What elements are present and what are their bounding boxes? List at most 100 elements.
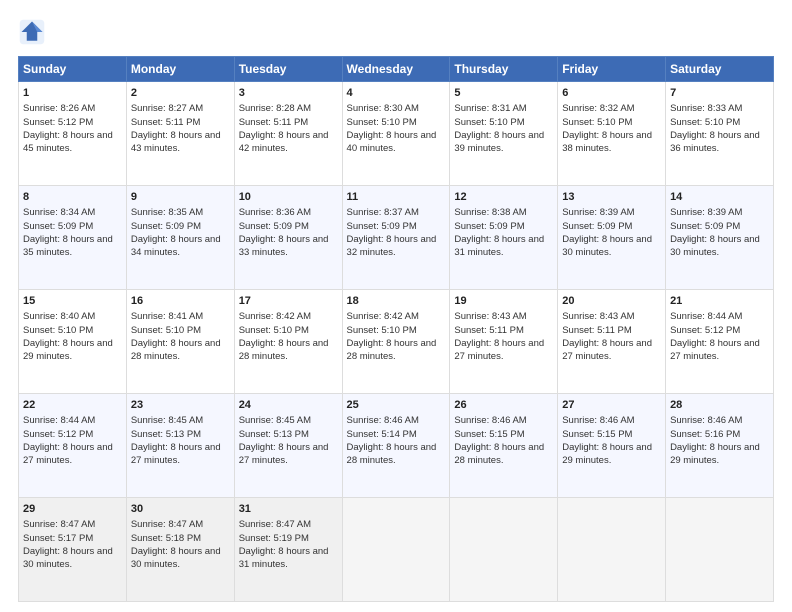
day-number: 25 [347, 398, 446, 413]
day-number: 11 [347, 190, 446, 205]
calendar-cell: 21 Sunrise: 8:44 AMSunset: 5:12 PMDayligh… [666, 290, 774, 394]
day-info: Sunrise: 8:43 AMSunset: 5:11 PMDaylight:… [562, 311, 652, 362]
calendar-cell: 5 Sunrise: 8:31 AMSunset: 5:10 PMDaylight… [450, 82, 558, 186]
day-info: Sunrise: 8:26 AMSunset: 5:12 PMDaylight:… [23, 103, 113, 154]
calendar-cell: 10 Sunrise: 8:36 AMSunset: 5:09 PMDayligh… [234, 186, 342, 290]
day-info: Sunrise: 8:47 AMSunset: 5:18 PMDaylight:… [131, 519, 221, 570]
calendar-cell: 2 Sunrise: 8:27 AMSunset: 5:11 PMDaylight… [126, 82, 234, 186]
day-number: 19 [454, 294, 553, 309]
day-number: 9 [131, 190, 230, 205]
day-info: Sunrise: 8:35 AMSunset: 5:09 PMDaylight:… [131, 207, 221, 258]
day-info: Sunrise: 8:43 AMSunset: 5:11 PMDaylight:… [454, 311, 544, 362]
day-number: 21 [670, 294, 769, 309]
calendar-cell: 29 Sunrise: 8:47 AMSunset: 5:17 PMDayligh… [19, 498, 127, 602]
day-info: Sunrise: 8:46 AMSunset: 5:16 PMDaylight:… [670, 415, 760, 466]
calendar-cell: 9 Sunrise: 8:35 AMSunset: 5:09 PMDaylight… [126, 186, 234, 290]
calendar-cell: 26 Sunrise: 8:46 AMSunset: 5:15 PMDayligh… [450, 394, 558, 498]
day-header-monday: Monday [126, 57, 234, 82]
day-number: 15 [23, 294, 122, 309]
calendar-cell: 7Sunrise: 8:33 AMSunset: 5:10 PMDaylight… [666, 82, 774, 186]
calendar-cell: 4Sunrise: 8:30 AMSunset: 5:10 PMDaylight… [342, 82, 450, 186]
day-info: Sunrise: 8:42 AMSunset: 5:10 PMDaylight:… [239, 311, 329, 362]
day-number: 6 [562, 86, 661, 101]
day-number: 10 [239, 190, 338, 205]
calendar-cell: 24 Sunrise: 8:45 AMSunset: 5:13 PMDayligh… [234, 394, 342, 498]
day-number: 27 [562, 398, 661, 413]
day-info: Sunrise: 8:27 AMSunset: 5:11 PMDaylight:… [131, 103, 221, 154]
day-info: Sunrise: 8:47 AMSunset: 5:17 PMDaylight:… [23, 519, 113, 570]
day-number: 26 [454, 398, 553, 413]
calendar-table: SundayMondayTuesdayWednesdayThursdayFrid… [18, 56, 774, 602]
calendar-cell: 14 Sunrise: 8:39 AMSunset: 5:09 PMDayligh… [666, 186, 774, 290]
logo-icon [18, 18, 46, 46]
calendar-cell: 15 Sunrise: 8:40 AMSunset: 5:10 PMDayligh… [19, 290, 127, 394]
logo [18, 18, 50, 46]
day-number: 30 [131, 502, 230, 517]
day-number: 3 [239, 86, 338, 101]
calendar-cell: 27Sunrise: 8:46 AMSunset: 5:15 PMDayligh… [558, 394, 666, 498]
day-info: Sunrise: 8:45 AMSunset: 5:13 PMDaylight:… [131, 415, 221, 466]
day-info: Sunrise: 8:46 AMSunset: 5:15 PMDaylight:… [454, 415, 544, 466]
day-header-wednesday: Wednesday [342, 57, 450, 82]
week-row-4: 22 Sunrise: 8:44 AMSunset: 5:12 PMDayligh… [19, 394, 774, 498]
day-number: 4 [347, 86, 446, 101]
calendar-cell: 19 Sunrise: 8:43 AMSunset: 5:11 PMDayligh… [450, 290, 558, 394]
calendar-cell: 8 Sunrise: 8:34 AMSunset: 5:09 PMDaylight… [19, 186, 127, 290]
day-info: Sunrise: 8:28 AMSunset: 5:11 PMDaylight:… [239, 103, 329, 154]
calendar-cell: 6 Sunrise: 8:32 AMSunset: 5:10 PMDaylight… [558, 82, 666, 186]
day-header-sunday: Sunday [19, 57, 127, 82]
day-number: 2 [131, 86, 230, 101]
day-number: 5 [454, 86, 553, 101]
day-info: Sunrise: 8:34 AMSunset: 5:09 PMDaylight:… [23, 207, 113, 258]
calendar-cell [558, 498, 666, 602]
day-header-tuesday: Tuesday [234, 57, 342, 82]
day-number: 23 [131, 398, 230, 413]
day-info: Sunrise: 8:32 AMSunset: 5:10 PMDaylight:… [562, 103, 652, 154]
calendar-cell [666, 498, 774, 602]
day-info: Sunrise: 8:44 AMSunset: 5:12 PMDaylight:… [670, 311, 760, 362]
day-number: 17 [239, 294, 338, 309]
calendar-cell: 18 Sunrise: 8:42 AMSunset: 5:10 PMDayligh… [342, 290, 450, 394]
calendar-body: 1Sunrise: 8:26 AMSunset: 5:12 PMDaylight… [19, 82, 774, 602]
day-info: Sunrise: 8:40 AMSunset: 5:10 PMDaylight:… [23, 311, 113, 362]
day-header-saturday: Saturday [666, 57, 774, 82]
calendar-cell: 3 Sunrise: 8:28 AMSunset: 5:11 PMDaylight… [234, 82, 342, 186]
week-row-2: 8 Sunrise: 8:34 AMSunset: 5:09 PMDaylight… [19, 186, 774, 290]
day-number: 24 [239, 398, 338, 413]
day-number: 14 [670, 190, 769, 205]
day-number: 12 [454, 190, 553, 205]
day-info: Sunrise: 8:36 AMSunset: 5:09 PMDaylight:… [239, 207, 329, 258]
day-number: 8 [23, 190, 122, 205]
calendar-cell: 23 Sunrise: 8:45 AMSunset: 5:13 PMDayligh… [126, 394, 234, 498]
day-info: Sunrise: 8:39 AMSunset: 5:09 PMDaylight:… [670, 207, 760, 258]
day-info: Sunrise: 8:44 AMSunset: 5:12 PMDaylight:… [23, 415, 113, 466]
day-header-friday: Friday [558, 57, 666, 82]
day-number: 13 [562, 190, 661, 205]
calendar-cell: 25 Sunrise: 8:46 AMSunset: 5:14 PMDayligh… [342, 394, 450, 498]
calendar-cell: 13 Sunrise: 8:39 AMSunset: 5:09 PMDayligh… [558, 186, 666, 290]
day-info: Sunrise: 8:42 AMSunset: 5:10 PMDaylight:… [347, 311, 437, 362]
day-info: Sunrise: 8:46 AMSunset: 5:14 PMDaylight:… [347, 415, 437, 466]
calendar-cell: 30 Sunrise: 8:47 AMSunset: 5:18 PMDayligh… [126, 498, 234, 602]
day-header-thursday: Thursday [450, 57, 558, 82]
day-number: 16 [131, 294, 230, 309]
day-number: 20 [562, 294, 661, 309]
calendar-cell [450, 498, 558, 602]
day-info: Sunrise: 8:31 AMSunset: 5:10 PMDaylight:… [454, 103, 544, 154]
day-number: 18 [347, 294, 446, 309]
day-number: 22 [23, 398, 122, 413]
header [18, 18, 774, 46]
calendar-cell: 20 Sunrise: 8:43 AMSunset: 5:11 PMDayligh… [558, 290, 666, 394]
calendar-cell: 31Sunrise: 8:47 AMSunset: 5:19 PMDayligh… [234, 498, 342, 602]
day-number: 31 [239, 502, 338, 517]
day-info: Sunrise: 8:37 AMSunset: 5:09 PMDaylight:… [347, 207, 437, 258]
calendar-cell: 28Sunrise: 8:46 AMSunset: 5:16 PMDayligh… [666, 394, 774, 498]
calendar-cell: 16Sunrise: 8:41 AMSunset: 5:10 PMDayligh… [126, 290, 234, 394]
day-info: Sunrise: 8:45 AMSunset: 5:13 PMDaylight:… [239, 415, 329, 466]
day-info: Sunrise: 8:39 AMSunset: 5:09 PMDaylight:… [562, 207, 652, 258]
days-header-row: SundayMondayTuesdayWednesdayThursdayFrid… [19, 57, 774, 82]
calendar-cell: 12Sunrise: 8:38 AMSunset: 5:09 PMDayligh… [450, 186, 558, 290]
day-number: 29 [23, 502, 122, 517]
calendar-cell: 17 Sunrise: 8:42 AMSunset: 5:10 PMDayligh… [234, 290, 342, 394]
page: SundayMondayTuesdayWednesdayThursdayFrid… [0, 0, 792, 612]
